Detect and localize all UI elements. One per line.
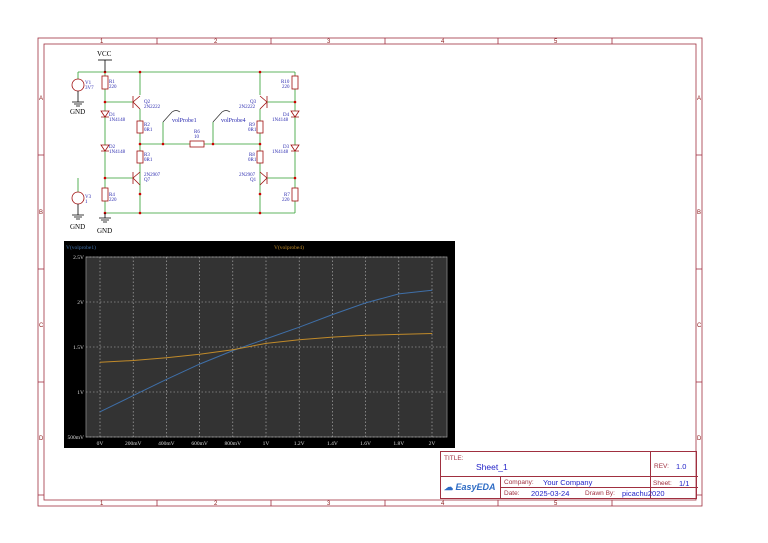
data-point	[232, 349, 234, 351]
svg-text:C: C	[39, 323, 44, 329]
x-tick-label: 2V	[429, 441, 436, 447]
svg-text:D: D	[697, 436, 702, 442]
svg-text:1N4148: 1N4148	[272, 118, 289, 123]
svg-text:2N2222: 2N2222	[144, 105, 161, 110]
svg-text:0R1: 0R1	[144, 128, 153, 133]
data-point	[132, 395, 134, 396]
svg-text:1N4148: 1N4148	[272, 150, 289, 155]
svg-text:Q1: Q1	[250, 178, 257, 183]
data-point	[365, 334, 366, 336]
date-value: 2025-03-24	[531, 489, 570, 498]
data-point	[199, 353, 201, 355]
data-point	[166, 357, 167, 359]
x-tick-label: 1.6V	[360, 441, 371, 447]
source-v3	[71, 191, 85, 205]
y-tick-label: 1V	[77, 390, 84, 396]
rev-value: 1.0	[676, 462, 687, 471]
drawn-by-label: Drawn By:	[585, 490, 615, 497]
y-tick-label: 1.5V	[73, 345, 84, 351]
svg-text:2N2222: 2N2222	[239, 105, 256, 110]
x-tick-label: 400mV	[158, 441, 175, 447]
source-v1	[71, 78, 85, 92]
data-point	[298, 326, 300, 328]
svg-text:1: 1	[85, 200, 88, 205]
svg-text:GND: GND	[97, 227, 112, 235]
y-tick-label: 500mV	[68, 435, 85, 441]
data-point	[166, 379, 167, 380]
date-label: Date:	[504, 490, 520, 497]
legend-series-1: V(volprobe1)	[66, 244, 96, 251]
svg-text:10: 10	[194, 135, 200, 140]
svg-text:1N4148: 1N4148	[109, 118, 126, 123]
svg-text:220: 220	[282, 85, 290, 90]
component-symbols[interactable]	[71, 59, 300, 223]
svg-text:0R1: 0R1	[144, 158, 153, 163]
company-label: Company:	[504, 479, 534, 486]
svg-text:0R1: 0R1	[248, 128, 257, 133]
data-point	[99, 361, 101, 363]
data-point	[431, 333, 433, 334]
svg-text:volProbe4: volProbe4	[221, 118, 246, 124]
company-value: Your Company	[543, 478, 593, 487]
svg-text:1N4148: 1N4148	[109, 150, 126, 155]
data-point	[199, 363, 201, 365]
wires	[77, 71, 296, 214]
svg-text:3V7: 3V7	[85, 86, 94, 91]
simulation-plot[interactable]: 0V 200mV 400mV 600mV 800mV 1V 1.2V 1.4V 1.6V 1.8V…	[64, 241, 455, 448]
data-point	[398, 334, 400, 335]
svg-text:GND: GND	[70, 108, 85, 116]
data-point	[265, 343, 267, 344]
svg-text:D: D	[39, 436, 44, 442]
svg-text:B: B	[39, 210, 43, 216]
x-tick-label: 1V	[263, 441, 270, 447]
svg-text:220: 220	[109, 85, 117, 90]
sheet-title: Sheet_1	[476, 462, 508, 472]
svg-text:A: A	[697, 96, 701, 102]
y-tick-label: 2V	[77, 300, 84, 306]
svg-text:0R1: 0R1	[248, 158, 257, 163]
x-tick-label: 0V	[97, 441, 104, 447]
legend-series-2: V(volprobe4)	[274, 244, 304, 251]
data-point	[265, 338, 267, 340]
x-tick-label: 200mV	[125, 441, 142, 447]
data-point	[398, 293, 400, 295]
x-tick-label: 800mV	[225, 441, 242, 447]
svg-text:Q7: Q7	[144, 178, 151, 183]
svg-text:220: 220	[109, 198, 117, 203]
sheet-label: Sheet:	[653, 480, 672, 487]
data-point	[431, 289, 433, 291]
svg-text:volProbe1: volProbe1	[172, 118, 197, 124]
data-point	[99, 411, 101, 413]
x-tick-label: 600mV	[191, 441, 208, 447]
easyeda-logo: ☁ EasyEDA	[444, 482, 496, 492]
title-block: TITLE: Sheet_1 REV: 1.0 ☁ EasyEDA Compan…	[440, 451, 698, 499]
svg-text:220: 220	[282, 198, 290, 203]
data-point	[132, 360, 134, 361]
title-label: TITLE:	[444, 455, 464, 462]
data-point	[298, 339, 300, 341]
svg-text:GND: GND	[70, 223, 85, 231]
data-point	[332, 314, 333, 315]
data-point	[232, 350, 234, 351]
x-tick-label: 1.4V	[327, 441, 338, 447]
x-tick-label: 1.8V	[393, 441, 404, 447]
data-point	[365, 302, 366, 304]
rev-label: REV:	[654, 463, 669, 470]
sheet-number: 1/1	[679, 479, 690, 488]
drawn-by-value: picachu2020	[622, 489, 665, 498]
svg-text:A: A	[39, 96, 43, 102]
data-point	[332, 336, 333, 338]
plot-area	[85, 256, 448, 438]
svg-text:B: B	[697, 210, 701, 216]
y-tick-label: 2.5V	[73, 255, 84, 261]
svg-text:VCC: VCC	[97, 50, 112, 58]
x-tick-label: 1.2V	[294, 441, 305, 447]
svg-text:C: C	[697, 323, 702, 329]
